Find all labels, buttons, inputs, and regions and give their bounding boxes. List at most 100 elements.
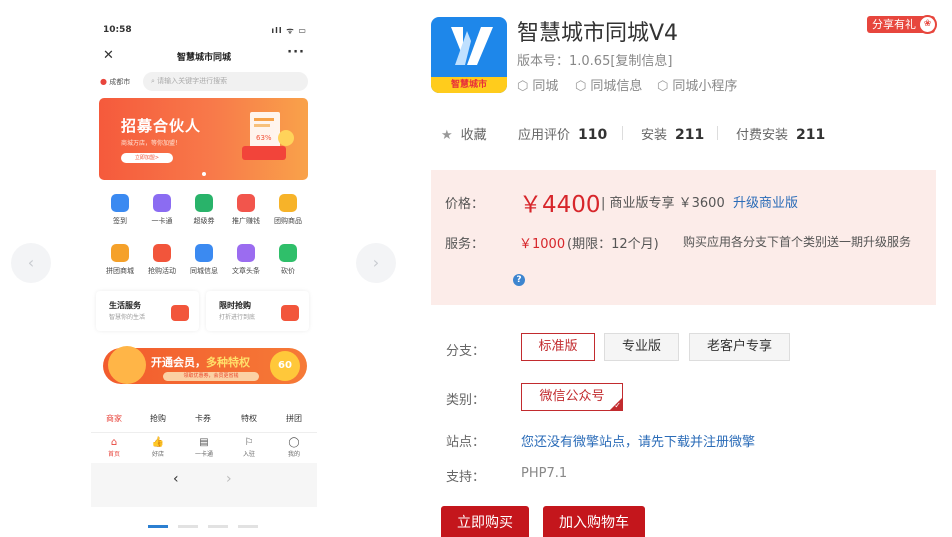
carousel-next-button[interactable]: › [356, 243, 396, 283]
app-logo-text: 智慧城市 [431, 77, 507, 93]
status-time: 10:58 [103, 25, 132, 35]
service-price: ￥1000 [519, 237, 566, 252]
price-panel: 价格： ￥4400 | 商业版专享 ￥3600 升级商业版 服务： ￥1000 … [431, 170, 936, 305]
tag-label: 同城信息 [590, 79, 643, 94]
grid-item: 团购商品 [267, 194, 309, 226]
grid-label: 拼团商城 [106, 267, 134, 275]
category-option-label: 微信公众号 [539, 389, 605, 404]
location-picker: ● 成都市 [100, 77, 130, 87]
grid-icon [237, 244, 255, 262]
grid-item: 超级券 [183, 194, 225, 226]
grid-label: 推广赚钱 [232, 217, 260, 225]
site-label: 站点： [446, 435, 486, 450]
bottom-nav-icon: ▤ [199, 437, 209, 448]
help-icon[interactable]: ? [513, 274, 525, 286]
vip-badge: 60 [270, 351, 300, 381]
grid-label: 团购商品 [274, 217, 302, 225]
category-tab: 特权 [241, 414, 257, 423]
stat-install: 安装 211 [641, 124, 704, 143]
branch-option-old-customer[interactable]: 老客户专享 [689, 333, 790, 361]
grid-icon [279, 244, 297, 262]
tag-item[interactable]: ⬡ 同城 [517, 75, 558, 94]
branch-option-standard[interactable]: 标准版 [521, 333, 595, 361]
share-badge-label: 分享有礼 [872, 18, 916, 31]
grid-item: 文章头条 [225, 244, 267, 276]
pager-dot[interactable] [178, 525, 198, 528]
favorite-button[interactable]: ★ 收藏 [441, 124, 487, 143]
app-detail-page: ‹ › 10:58 ıll ᯤ ▭ ✕ 智慧城市同城 ··· ● 成都市 ⌕ 请… [0, 0, 952, 537]
grid-item: 一卡通 [141, 194, 183, 226]
check-icon: ✓ [614, 401, 621, 410]
favorite-label: 收藏 [460, 128, 487, 143]
card-flash-sale: 限时抢购 打折进行到底 [206, 291, 309, 331]
app-version[interactable]: 版本号：1.0.65[复制信息] [517, 50, 673, 69]
vip-figure [108, 346, 146, 384]
upgrade-link[interactable]: 升级商业版 [733, 192, 798, 211]
bottom-nav-item: 👍 好店 [143, 437, 173, 458]
banner-percent: 63% [256, 134, 272, 142]
bottom-nav-item: ⚐ 入驻 [234, 437, 264, 458]
stat-label: 付费安装 [736, 128, 789, 143]
miniapp-title: 智慧城市同城 [176, 53, 231, 63]
grid-label: 签到 [113, 217, 127, 225]
search-placeholder: 请输入关键字进行搜索 [157, 77, 228, 85]
bottom-nav-label: 首页 [107, 451, 120, 458]
category-tab: 抢购 [150, 414, 166, 423]
tag-item[interactable]: ⬡ 同城信息 [575, 75, 642, 94]
bowl-icon [171, 305, 189, 321]
share-gift-badge[interactable]: 分享有礼 ❀ [867, 15, 937, 34]
grid-icon [111, 194, 129, 212]
search-icon: ⌕ [151, 77, 155, 85]
grid-label: 文章头条 [232, 267, 260, 275]
bottom-nav-icon: ◯ [288, 437, 300, 448]
banner-dot [202, 172, 206, 176]
grid-icon [111, 244, 129, 262]
divider [622, 126, 623, 140]
forward-icon: › [226, 471, 232, 487]
support-value: PHP7.1 [521, 466, 568, 481]
banner-illustration: 63% [242, 112, 294, 160]
carousel-prev-button[interactable]: ‹ [11, 243, 51, 283]
service-label: 服务： [445, 237, 485, 252]
buy-now-button[interactable]: 立即购买 [441, 506, 529, 537]
pager-dot[interactable] [208, 525, 228, 528]
banner-subtitle: 商城万店，等你加盟！ [121, 140, 182, 147]
app-logo: 智慧城市 [431, 17, 507, 93]
tag-label: 同城 [532, 79, 559, 94]
category-option-wechat[interactable]: 微信公众号 ✓ [521, 383, 623, 411]
stat-rating[interactable]: 应用评价 110 [518, 124, 607, 143]
location-pin-icon: ● [100, 77, 107, 86]
grid-label: 抢购活动 [148, 267, 176, 275]
category-tab: 卡券 [195, 414, 211, 423]
bottom-nav-icon: 👍 [151, 437, 165, 448]
grid-item: 同城信息 [183, 244, 225, 276]
stat-value: 211 [675, 127, 705, 143]
stat-value: 211 [796, 127, 826, 143]
branch-option-pro[interactable]: 专业版 [604, 333, 679, 361]
tag-icon: ⬡ [575, 79, 587, 94]
vip-title-b: 多种特权 [206, 356, 250, 369]
bottom-nav-item: ◯ 我的 [279, 437, 309, 458]
tag-label: 同城小程序 [672, 79, 738, 94]
service-period: (期限：12个月) [567, 237, 659, 252]
more-icon: ··· [287, 45, 305, 60]
status-icons: ıll ᯤ ▭ [271, 26, 307, 35]
promo-banner: 招募合伙人 商城万店，等你加盟！ 立即加盟> 63% [99, 98, 308, 180]
status-bar: 10:58 ıll ᯤ ▭ [91, 17, 317, 45]
grid-item: 签到 [99, 194, 141, 226]
miniapp-nav-bar: ✕ 智慧城市同城 ··· [91, 45, 317, 69]
bottom-nav-label: 一卡通 [194, 451, 213, 458]
bottom-nav-label: 好店 [151, 451, 164, 458]
tag-item[interactable]: ⬡ 同城小程序 [657, 75, 737, 94]
pager-dot[interactable] [148, 525, 168, 528]
service-description: 购买应用各分支下首个类别送一期升级服务 [683, 235, 912, 249]
grid-icon [195, 244, 213, 262]
card-life-service: 生活服务 智慧你的生活 [96, 291, 199, 331]
gift-icon: ❀ [918, 15, 937, 34]
site-register-link[interactable]: 您还没有微擎站点，请先下载并注册微擎 [521, 431, 755, 450]
pager-dot[interactable] [238, 525, 258, 528]
card-subtitle: 智慧你的生活 [109, 314, 146, 321]
stat-value: 110 [578, 127, 608, 143]
add-to-cart-button[interactable]: 加入购物车 [543, 506, 645, 537]
price-label: 价格： [445, 197, 485, 212]
